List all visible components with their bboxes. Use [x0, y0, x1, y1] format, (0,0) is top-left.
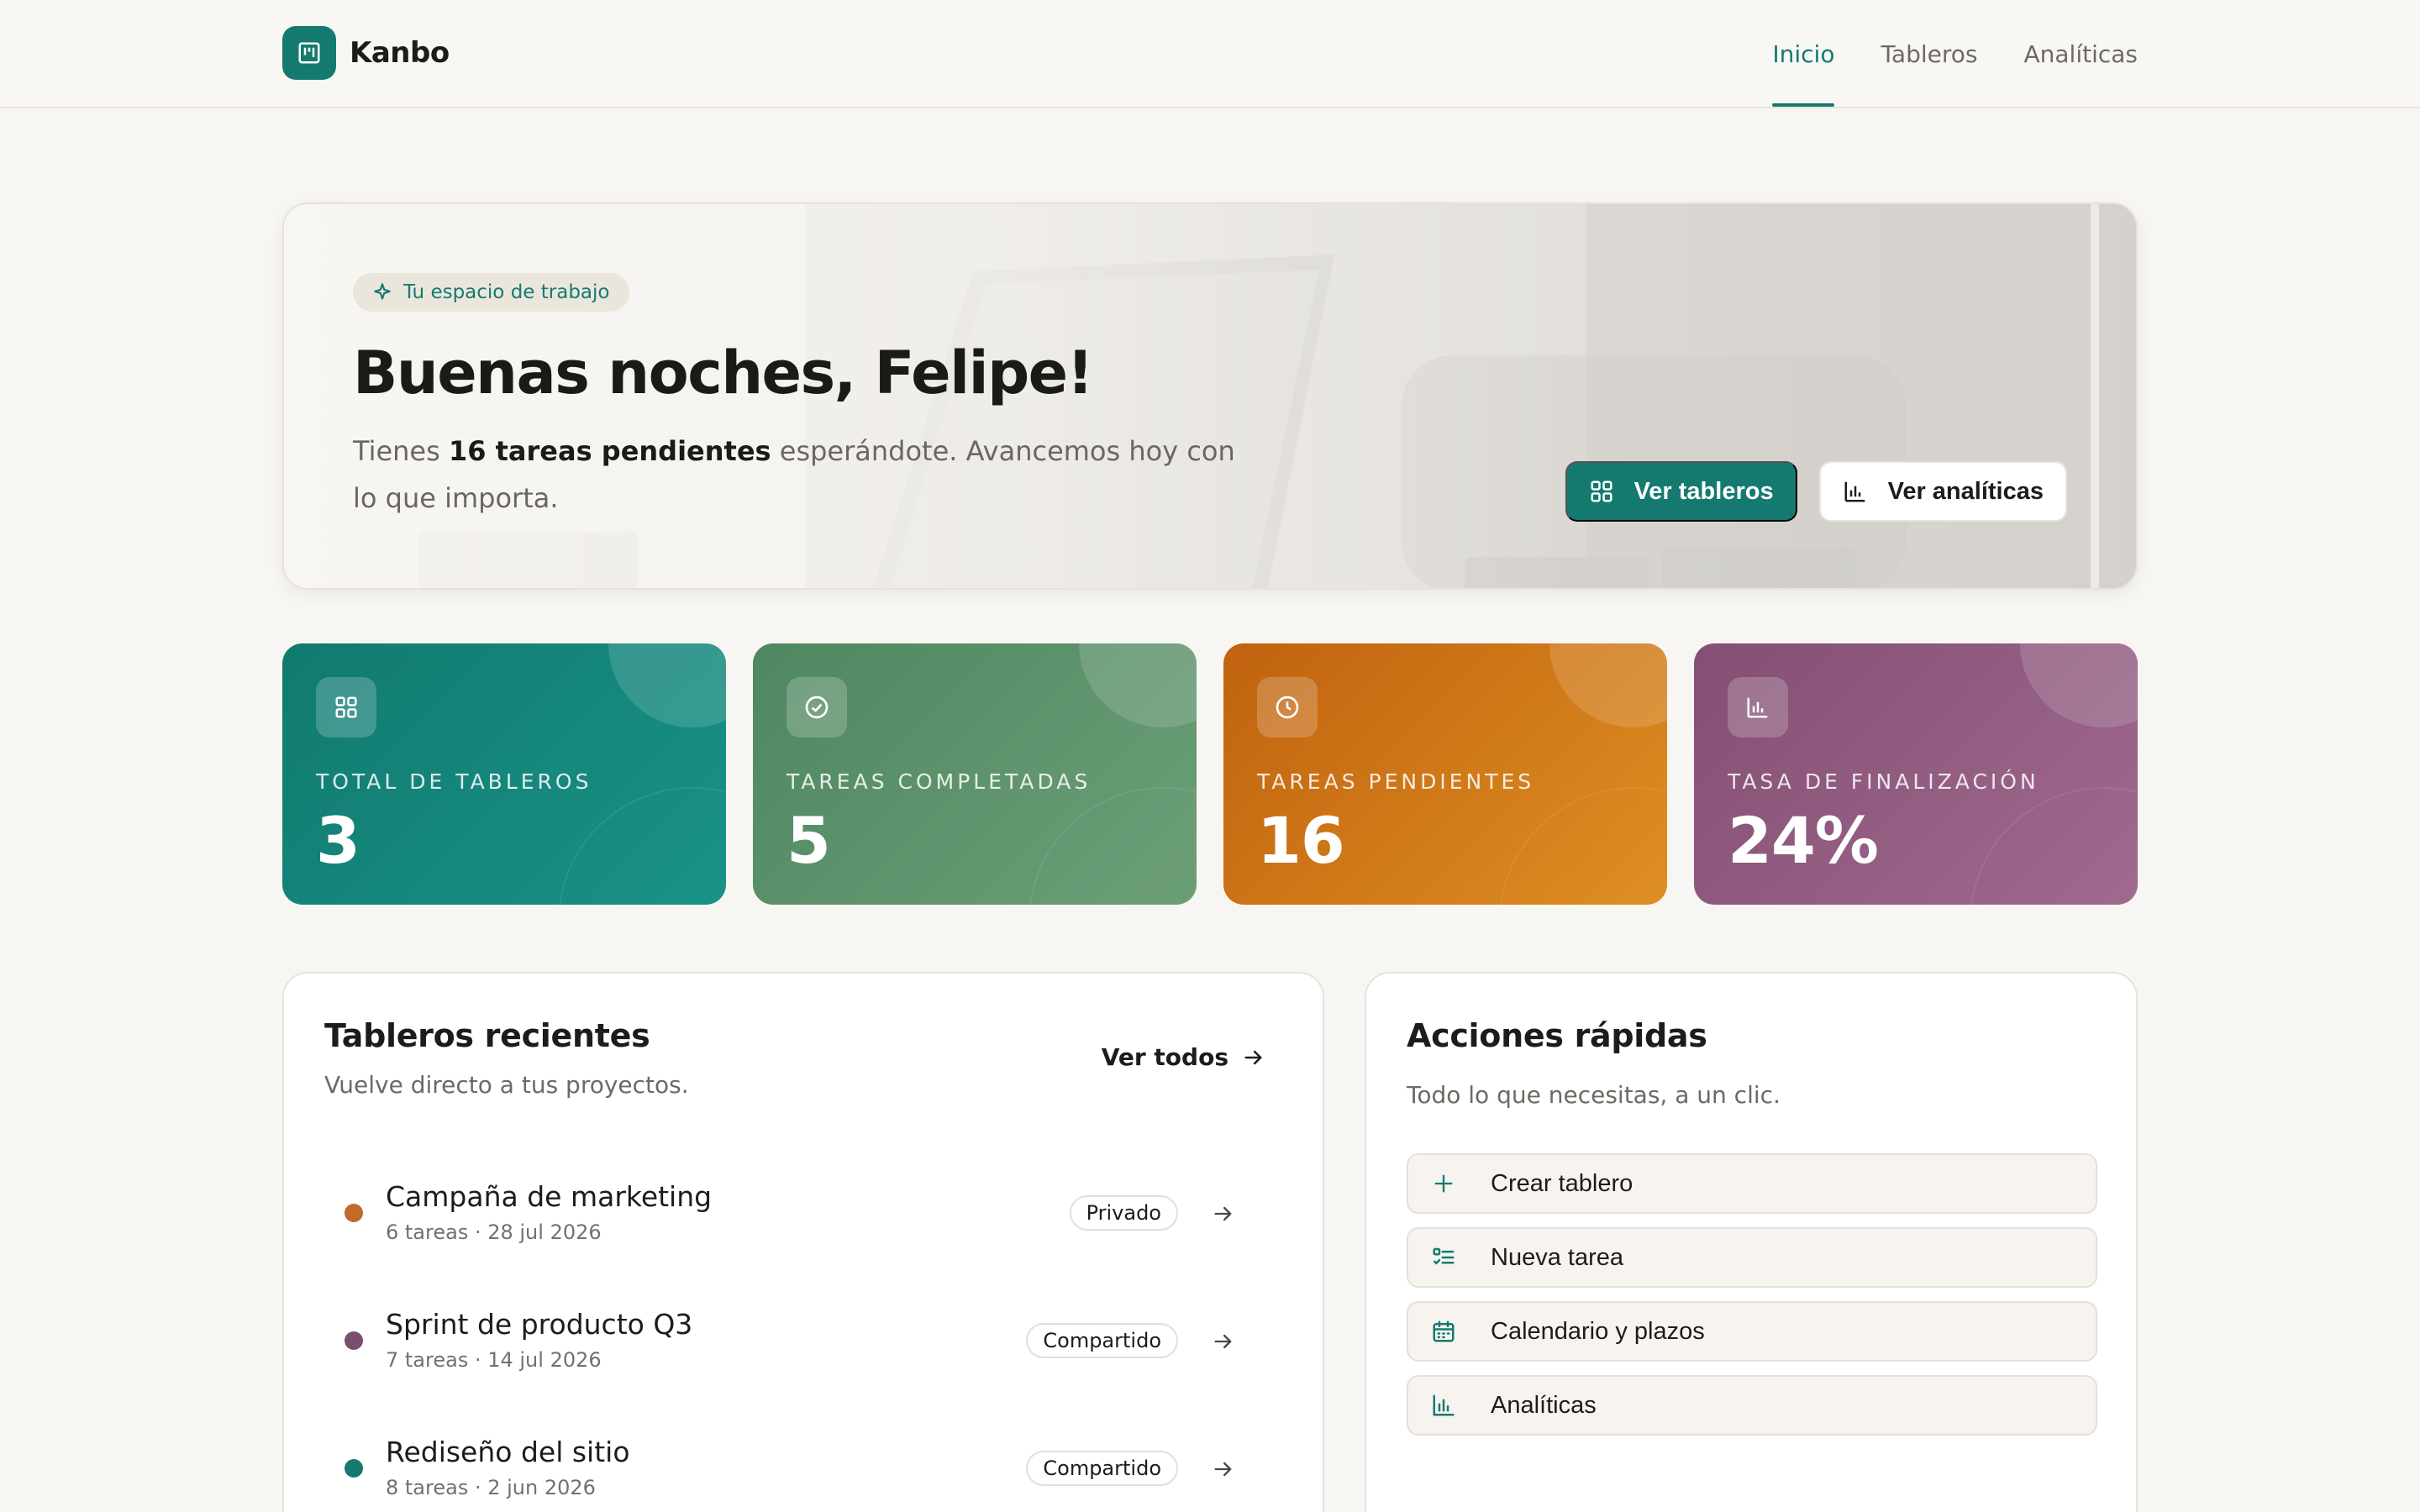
quick-actions-subtitle: Todo lo que necesitas, a un clic. [1407, 1081, 1781, 1109]
workspace-badge: Tu espacio de trabajo [353, 273, 630, 312]
board-color-dot [345, 1331, 363, 1350]
decorative-ring [1028, 787, 1197, 905]
analytics-button[interactable]: Analíticas [1407, 1375, 2097, 1436]
stat-value: 5 [786, 803, 831, 878]
arrow-right-icon[interactable] [1212, 1330, 1235, 1353]
calendar-button[interactable]: Calendario y plazos [1407, 1301, 2097, 1362]
top-nav: Kanbo Inicio Tableros Analíticas [0, 0, 2420, 108]
view-analytics-button[interactable]: Ver analíticas [1818, 461, 2067, 522]
stat-label: TAREAS COMPLETADAS [786, 769, 1092, 794]
arrow-right-icon [1244, 1050, 1262, 1064]
create-board-label: Crear tablero [1491, 1169, 1634, 1197]
board-row-sprint-q3[interactable]: Sprint de producto Q3 7 tareas · 14 jul … [324, 1288, 1286, 1380]
board-row-campana-marketing[interactable]: Campaña de marketing 6 tareas · 28 jul 2… [324, 1160, 1286, 1252]
view-analytics-label: Ver analíticas [1887, 477, 2044, 505]
nav-item-tableros[interactable]: Tableros [1881, 0, 1977, 108]
recent-boards-panel: Tableros recientes Vuelve directo a tus … [282, 972, 1324, 1512]
workspace-badge-label: Tu espacio de trabajo [403, 281, 610, 303]
bar-chart-icon [1844, 481, 1865, 502]
nav-links: Inicio Tableros Analíticas [1726, 0, 2138, 108]
create-board-button[interactable]: Crear tablero [1407, 1153, 2097, 1214]
new-task-button[interactable]: Nueva tarea [1407, 1227, 2097, 1288]
board-visibility-badge: Compartido [1026, 1451, 1178, 1486]
checklist-icon [1430, 1244, 1457, 1271]
board-row-rediseno-sitio[interactable]: Rediseño del sitio 8 tareas · 2 jun 2026… [324, 1415, 1286, 1508]
bar-chart-icon [1728, 677, 1788, 738]
kanban-icon [282, 26, 336, 80]
nav-item-inicio[interactable]: Inicio [1772, 0, 1835, 108]
quick-actions-title: Acciones rápidas [1407, 1017, 1707, 1054]
stat-card-total-boards: TOTAL DE TABLEROS 3 [282, 643, 726, 905]
board-visibility-badge: Compartido [1026, 1323, 1178, 1358]
board-name: Sprint de producto Q3 [386, 1308, 693, 1341]
nav-item-analiticas[interactable]: Analíticas [2023, 0, 2138, 108]
arrow-right-icon[interactable] [1212, 1457, 1235, 1481]
stat-label: TASA DE FINALIZACIÓN [1728, 769, 2039, 794]
board-visibility-badge: Privado [1069, 1195, 1178, 1231]
recent-boards-title: Tableros recientes [324, 1017, 650, 1054]
decorative-ring [558, 787, 726, 905]
arrow-right-icon[interactable] [1212, 1202, 1235, 1226]
page: Kanbo Inicio Tableros Analíticas Tu espa… [0, 0, 2420, 1512]
bar-chart-icon [1430, 1392, 1457, 1419]
greeting-title: Buenas noches, Felipe! [353, 339, 1094, 407]
stat-value: 16 [1257, 803, 1345, 878]
greeting-subtitle: Tienes 16 tareas pendientes esperándote.… [353, 428, 1244, 522]
view-boards-button[interactable]: Ver tableros [1565, 461, 1797, 522]
decorative-circle [1549, 643, 1667, 727]
quick-actions-panel: Acciones rápidas Todo lo que necesitas, … [1365, 972, 2138, 1512]
decorative-circle [608, 643, 726, 727]
logo[interactable]: Kanbo [282, 26, 450, 80]
pending-count-text: 16 tareas pendientes [448, 435, 771, 467]
hero-actions: Ver tableros Ver analíticas [1565, 461, 2067, 522]
analytics-label: Analíticas [1491, 1391, 1597, 1419]
decorative-circle [2020, 643, 2138, 727]
hero-banner: Tu espacio de trabajo Buenas noches, Fel… [282, 202, 2138, 590]
decorative-ring [1970, 787, 2138, 905]
grid-icon [316, 677, 376, 738]
sparkle-icon [374, 283, 391, 300]
board-name: Rediseño del sitio [386, 1436, 630, 1468]
new-task-label: Nueva tarea [1491, 1243, 1623, 1271]
board-color-dot [345, 1459, 363, 1478]
stat-label: TAREAS PENDIENTES [1257, 769, 1535, 794]
stat-card-pending-tasks: TAREAS PENDIENTES 16 [1223, 643, 1667, 905]
calendar-label: Calendario y plazos [1491, 1317, 1705, 1345]
grid-icon [1591, 480, 1612, 502]
plus-icon [1430, 1170, 1457, 1197]
recent-boards-subtitle: Vuelve directo a tus proyectos. [324, 1071, 689, 1099]
calendar-icon [1430, 1318, 1457, 1345]
see-all-link[interactable]: Ver todos [1102, 1043, 1265, 1071]
check-circle-icon [786, 677, 847, 738]
stat-value: 3 [316, 803, 360, 878]
board-name: Campaña de marketing [386, 1180, 713, 1213]
app-name: Kanbo [350, 36, 450, 70]
stat-card-completion-rate: TASA DE FINALIZACIÓN 24% [1694, 643, 2138, 905]
stat-label: TOTAL DE TABLEROS [316, 769, 592, 794]
stat-card-completed-tasks: TAREAS COMPLETADAS 5 [753, 643, 1197, 905]
decorative-circle [1079, 643, 1197, 727]
subtitle-prefix: Tienes [353, 435, 449, 467]
board-color-dot [345, 1204, 363, 1222]
see-all-label: Ver todos [1101, 1043, 1228, 1071]
clock-icon [1257, 677, 1318, 738]
view-boards-label: Ver tableros [1634, 477, 1774, 505]
board-meta: 7 tareas · 14 jul 2026 [386, 1348, 602, 1372]
stat-value: 24% [1728, 803, 1879, 878]
board-meta: 6 tareas · 28 jul 2026 [386, 1221, 602, 1244]
decorative-ring [1499, 787, 1667, 905]
board-meta: 8 tareas · 2 jun 2026 [386, 1476, 596, 1499]
